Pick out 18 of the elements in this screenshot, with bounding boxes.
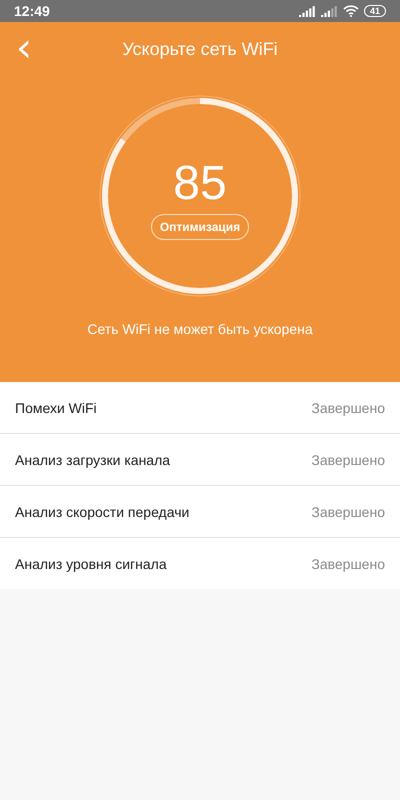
back-button[interactable]: ‹ (12, 30, 36, 66)
status-message: Сеть WiFi не может быть ускорена (87, 321, 313, 337)
page-title: Ускорьте сеть WiFi (122, 38, 278, 60)
battery-indicator: 41 (364, 5, 386, 17)
optimize-button[interactable]: Оптимизация (150, 214, 250, 240)
wifi-icon (342, 5, 359, 17)
check-status: Завершено (311, 400, 385, 416)
check-status: Завершено (311, 452, 385, 468)
check-status: Завершено (311, 504, 385, 520)
check-label: Анализ загрузки канала (15, 452, 170, 468)
check-label: Анализ уровня сигнала (15, 556, 167, 572)
score-value: 85 (173, 158, 227, 210)
check-status: Завершено (311, 556, 385, 572)
signal-icon (320, 6, 338, 16)
check-label: Помехи WiFi (15, 400, 97, 416)
signal-icon (298, 6, 316, 16)
status-time: 12:49 (14, 3, 50, 19)
check-label: Анализ скорости передачи (15, 504, 190, 520)
